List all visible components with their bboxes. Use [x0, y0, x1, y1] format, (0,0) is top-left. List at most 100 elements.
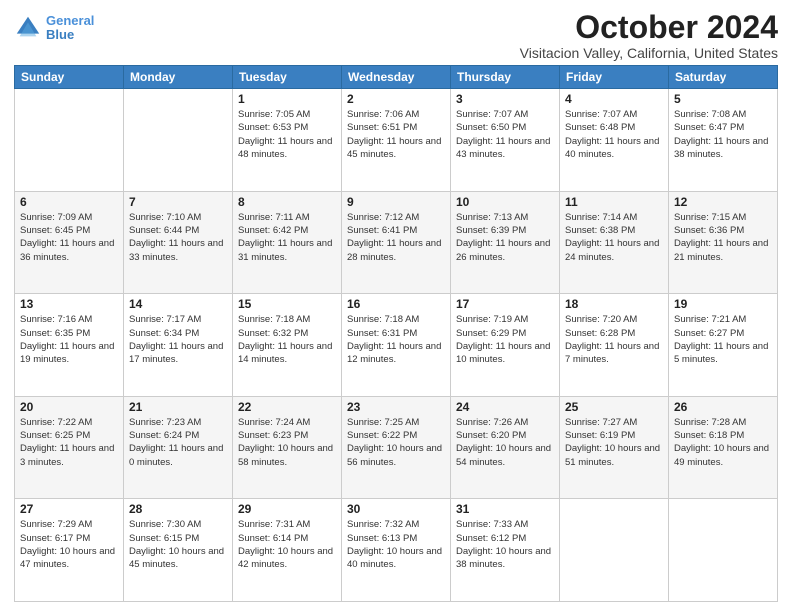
table-row: 18 Sunrise: 7:20 AMSunset: 6:28 PMDaylig…: [560, 294, 669, 397]
day-info: Sunrise: 7:09 AMSunset: 6:45 PMDaylight:…: [20, 211, 118, 264]
day-number: 3: [456, 92, 554, 106]
logo-icon: [14, 14, 42, 42]
day-number: 12: [674, 195, 772, 209]
day-number: 25: [565, 400, 663, 414]
day-number: 27: [20, 502, 118, 516]
col-tuesday: Tuesday: [233, 66, 342, 89]
day-info: Sunrise: 7:24 AMSunset: 6:23 PMDaylight:…: [238, 416, 336, 469]
day-info: Sunrise: 7:33 AMSunset: 6:12 PMDaylight:…: [456, 518, 554, 571]
day-number: 20: [20, 400, 118, 414]
calendar-table: Sunday Monday Tuesday Wednesday Thursday…: [14, 65, 778, 602]
day-number: 10: [456, 195, 554, 209]
day-info: Sunrise: 7:25 AMSunset: 6:22 PMDaylight:…: [347, 416, 445, 469]
day-info: Sunrise: 7:27 AMSunset: 6:19 PMDaylight:…: [565, 416, 663, 469]
table-row: 15 Sunrise: 7:18 AMSunset: 6:32 PMDaylig…: [233, 294, 342, 397]
day-number: 22: [238, 400, 336, 414]
table-row: 25 Sunrise: 7:27 AMSunset: 6:19 PMDaylig…: [560, 396, 669, 499]
col-thursday: Thursday: [451, 66, 560, 89]
table-row: 8 Sunrise: 7:11 AMSunset: 6:42 PMDayligh…: [233, 191, 342, 294]
month-title: October 2024: [520, 10, 778, 45]
day-number: 14: [129, 297, 227, 311]
day-number: 18: [565, 297, 663, 311]
col-saturday: Saturday: [669, 66, 778, 89]
day-number: 11: [565, 195, 663, 209]
day-info: Sunrise: 7:23 AMSunset: 6:24 PMDaylight:…: [129, 416, 227, 469]
header: General Blue October 2024 Visitacion Val…: [14, 10, 778, 61]
table-row: 13 Sunrise: 7:16 AMSunset: 6:35 PMDaylig…: [15, 294, 124, 397]
day-number: 21: [129, 400, 227, 414]
calendar-week-2: 6 Sunrise: 7:09 AMSunset: 6:45 PMDayligh…: [15, 191, 778, 294]
table-row: 14 Sunrise: 7:17 AMSunset: 6:34 PMDaylig…: [124, 294, 233, 397]
table-row: 27 Sunrise: 7:29 AMSunset: 6:17 PMDaylig…: [15, 499, 124, 602]
table-row: 11 Sunrise: 7:14 AMSunset: 6:38 PMDaylig…: [560, 191, 669, 294]
day-number: 17: [456, 297, 554, 311]
table-row: 16 Sunrise: 7:18 AMSunset: 6:31 PMDaylig…: [342, 294, 451, 397]
table-row: [669, 499, 778, 602]
day-info: Sunrise: 7:14 AMSunset: 6:38 PMDaylight:…: [565, 211, 663, 264]
calendar-week-4: 20 Sunrise: 7:22 AMSunset: 6:25 PMDaylig…: [15, 396, 778, 499]
day-number: 26: [674, 400, 772, 414]
table-row: 19 Sunrise: 7:21 AMSunset: 6:27 PMDaylig…: [669, 294, 778, 397]
table-row: 2 Sunrise: 7:06 AMSunset: 6:51 PMDayligh…: [342, 89, 451, 192]
col-wednesday: Wednesday: [342, 66, 451, 89]
day-info: Sunrise: 7:06 AMSunset: 6:51 PMDaylight:…: [347, 108, 445, 161]
day-info: Sunrise: 7:30 AMSunset: 6:15 PMDaylight:…: [129, 518, 227, 571]
day-number: 8: [238, 195, 336, 209]
day-number: 19: [674, 297, 772, 311]
day-number: 6: [20, 195, 118, 209]
page: General Blue October 2024 Visitacion Val…: [0, 0, 792, 612]
day-info: Sunrise: 7:15 AMSunset: 6:36 PMDaylight:…: [674, 211, 772, 264]
calendar-week-3: 13 Sunrise: 7:16 AMSunset: 6:35 PMDaylig…: [15, 294, 778, 397]
title-block: October 2024 Visitacion Valley, Californ…: [520, 10, 778, 61]
day-info: Sunrise: 7:18 AMSunset: 6:32 PMDaylight:…: [238, 313, 336, 366]
logo: General Blue: [14, 14, 94, 43]
table-row: [560, 499, 669, 602]
table-row: 20 Sunrise: 7:22 AMSunset: 6:25 PMDaylig…: [15, 396, 124, 499]
table-row: 4 Sunrise: 7:07 AMSunset: 6:48 PMDayligh…: [560, 89, 669, 192]
day-info: Sunrise: 7:08 AMSunset: 6:47 PMDaylight:…: [674, 108, 772, 161]
day-number: 5: [674, 92, 772, 106]
table-row: 3 Sunrise: 7:07 AMSunset: 6:50 PMDayligh…: [451, 89, 560, 192]
day-info: Sunrise: 7:18 AMSunset: 6:31 PMDaylight:…: [347, 313, 445, 366]
col-sunday: Sunday: [15, 66, 124, 89]
day-info: Sunrise: 7:32 AMSunset: 6:13 PMDaylight:…: [347, 518, 445, 571]
day-info: Sunrise: 7:05 AMSunset: 6:53 PMDaylight:…: [238, 108, 336, 161]
table-row: [15, 89, 124, 192]
day-number: 24: [456, 400, 554, 414]
logo-text: General Blue: [46, 14, 94, 43]
day-number: 28: [129, 502, 227, 516]
day-number: 13: [20, 297, 118, 311]
table-row: 6 Sunrise: 7:09 AMSunset: 6:45 PMDayligh…: [15, 191, 124, 294]
calendar-week-1: 1 Sunrise: 7:05 AMSunset: 6:53 PMDayligh…: [15, 89, 778, 192]
day-number: 15: [238, 297, 336, 311]
table-row: 31 Sunrise: 7:33 AMSunset: 6:12 PMDaylig…: [451, 499, 560, 602]
table-row: 10 Sunrise: 7:13 AMSunset: 6:39 PMDaylig…: [451, 191, 560, 294]
day-info: Sunrise: 7:11 AMSunset: 6:42 PMDaylight:…: [238, 211, 336, 264]
col-friday: Friday: [560, 66, 669, 89]
table-row: [124, 89, 233, 192]
table-row: 9 Sunrise: 7:12 AMSunset: 6:41 PMDayligh…: [342, 191, 451, 294]
logo-line2: Blue: [46, 27, 74, 42]
day-info: Sunrise: 7:16 AMSunset: 6:35 PMDaylight:…: [20, 313, 118, 366]
day-info: Sunrise: 7:10 AMSunset: 6:44 PMDaylight:…: [129, 211, 227, 264]
day-info: Sunrise: 7:07 AMSunset: 6:50 PMDaylight:…: [456, 108, 554, 161]
day-number: 2: [347, 92, 445, 106]
day-number: 4: [565, 92, 663, 106]
day-number: 7: [129, 195, 227, 209]
table-row: 29 Sunrise: 7:31 AMSunset: 6:14 PMDaylig…: [233, 499, 342, 602]
day-number: 9: [347, 195, 445, 209]
table-row: 7 Sunrise: 7:10 AMSunset: 6:44 PMDayligh…: [124, 191, 233, 294]
day-number: 16: [347, 297, 445, 311]
day-info: Sunrise: 7:12 AMSunset: 6:41 PMDaylight:…: [347, 211, 445, 264]
calendar-header-row: Sunday Monday Tuesday Wednesday Thursday…: [15, 66, 778, 89]
table-row: 5 Sunrise: 7:08 AMSunset: 6:47 PMDayligh…: [669, 89, 778, 192]
table-row: 1 Sunrise: 7:05 AMSunset: 6:53 PMDayligh…: [233, 89, 342, 192]
day-number: 31: [456, 502, 554, 516]
day-info: Sunrise: 7:19 AMSunset: 6:29 PMDaylight:…: [456, 313, 554, 366]
day-info: Sunrise: 7:29 AMSunset: 6:17 PMDaylight:…: [20, 518, 118, 571]
day-info: Sunrise: 7:26 AMSunset: 6:20 PMDaylight:…: [456, 416, 554, 469]
table-row: 26 Sunrise: 7:28 AMSunset: 6:18 PMDaylig…: [669, 396, 778, 499]
day-number: 30: [347, 502, 445, 516]
day-info: Sunrise: 7:07 AMSunset: 6:48 PMDaylight:…: [565, 108, 663, 161]
calendar-week-5: 27 Sunrise: 7:29 AMSunset: 6:17 PMDaylig…: [15, 499, 778, 602]
